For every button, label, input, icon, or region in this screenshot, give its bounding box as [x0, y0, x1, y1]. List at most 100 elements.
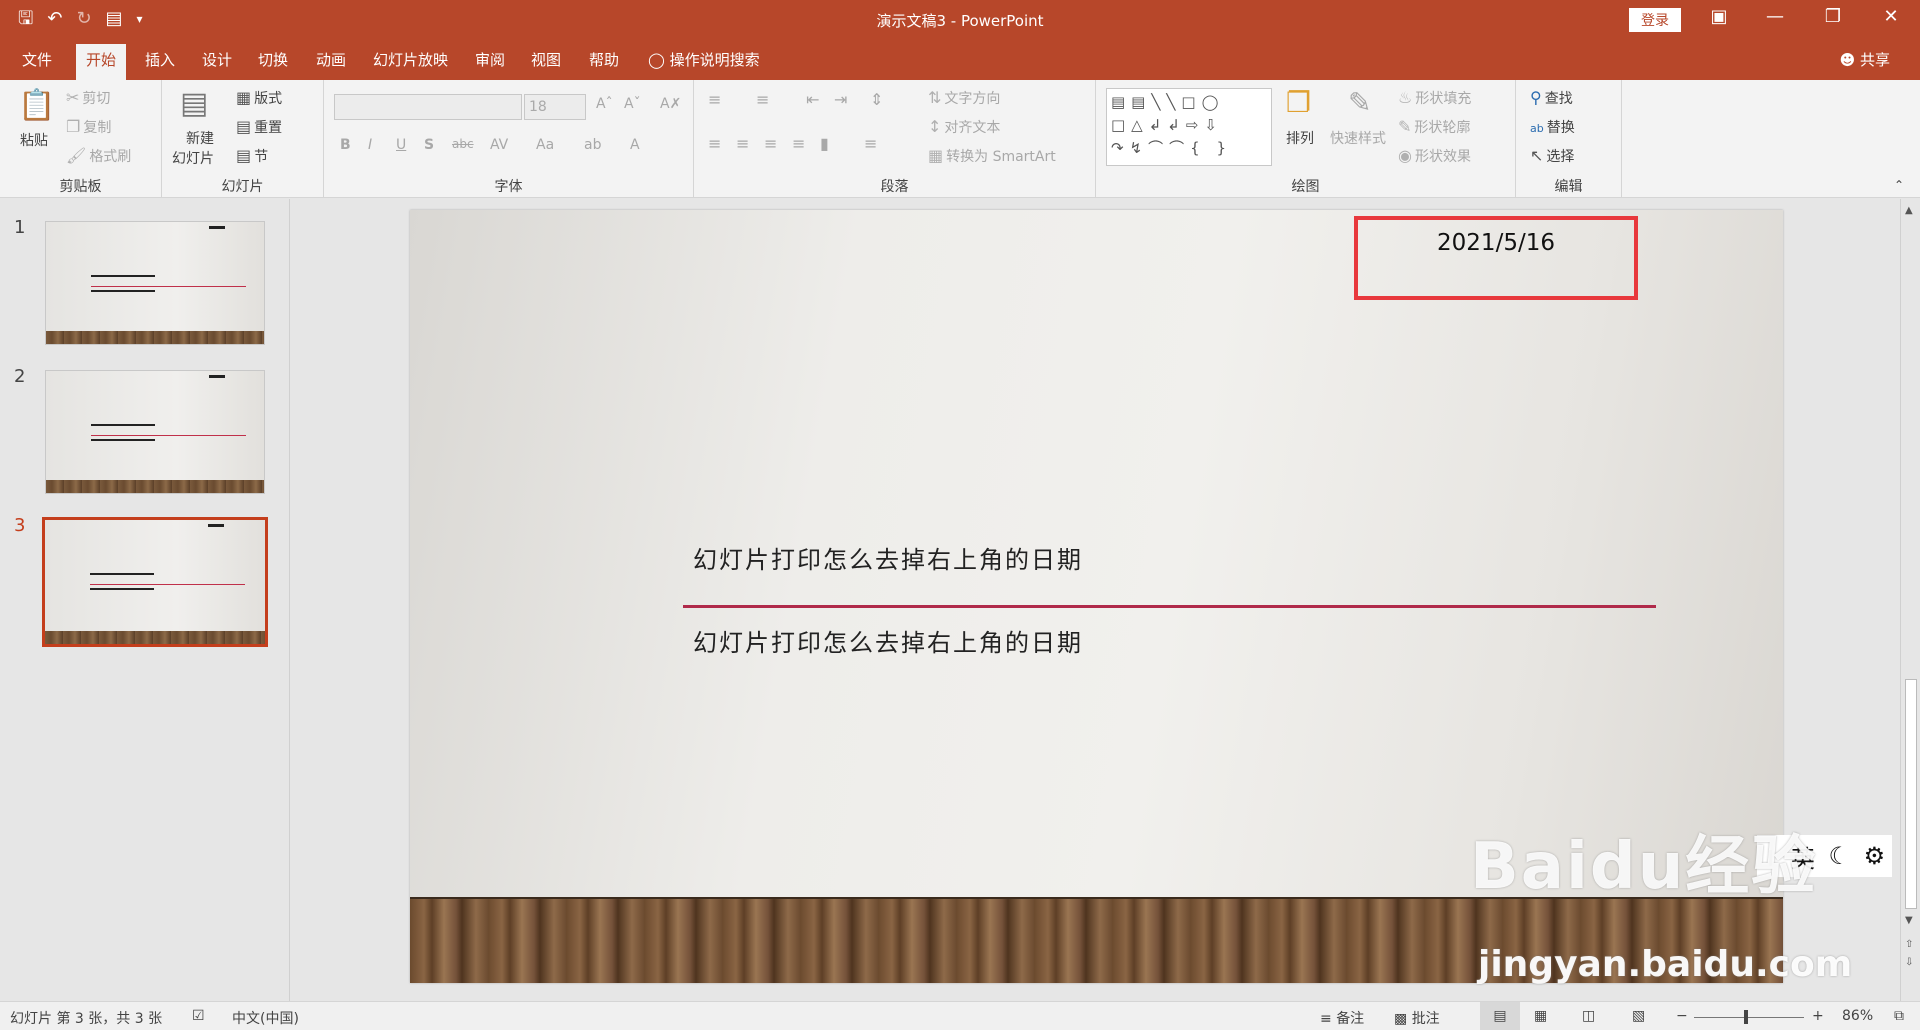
- font-name-combo[interactable]: [334, 94, 522, 120]
- tab-view[interactable]: 视图: [521, 40, 571, 80]
- align-left-icon[interactable]: ≡: [708, 134, 721, 153]
- ribbon-display-options-icon[interactable]: ▣: [1696, 6, 1742, 27]
- new-slide-icon[interactable]: ▤: [180, 86, 208, 121]
- decrease-indent-icon[interactable]: ⇤: [806, 90, 819, 109]
- comments-button[interactable]: ▩ 批注: [1394, 1008, 1440, 1028]
- slide-thumbnail-2[interactable]: [45, 370, 265, 494]
- date-highlight-box[interactable]: 2021/5/16: [1354, 216, 1638, 300]
- slide-thumbnail-1[interactable]: [45, 221, 265, 345]
- strikethrough-icon[interactable]: abc: [452, 137, 474, 151]
- shape-fill-button[interactable]: ♨ 形状填充: [1398, 88, 1471, 108]
- slideshow-icon[interactable]: ▧: [1632, 1008, 1645, 1024]
- increase-indent-icon[interactable]: ⇥: [834, 90, 847, 109]
- layout-button[interactable]: ▦ 版式: [236, 88, 282, 108]
- replace-button[interactable]: ab 替换: [1530, 117, 1575, 137]
- vertical-scrollbar[interactable]: ▲ ▼ ⇧ ⇩: [1900, 199, 1920, 1001]
- align-center-icon[interactable]: ≡: [736, 134, 749, 153]
- paste-icon[interactable]: 📋: [18, 88, 55, 123]
- quick-styles-icon[interactable]: ✎: [1348, 86, 1371, 119]
- distribute-icon[interactable]: ≡: [864, 134, 877, 153]
- clear-format-icon[interactable]: A✗: [660, 96, 681, 112]
- zoom-slider[interactable]: [1694, 1017, 1804, 1018]
- tab-animations[interactable]: 动画: [306, 40, 356, 80]
- format-painter-button[interactable]: 🖌 格式刷: [66, 146, 131, 166]
- new-slide-label-2[interactable]: 幻灯片: [172, 148, 214, 168]
- spellcheck-icon[interactable]: ☑: [192, 1008, 205, 1024]
- share-button[interactable]: ☻ 共享: [1840, 40, 1890, 80]
- char-spacing-icon[interactable]: AV: [490, 137, 508, 153]
- tab-slideshow[interactable]: 幻灯片放映: [363, 40, 458, 80]
- section-button[interactable]: ▤ 节: [236, 146, 268, 166]
- increase-font-icon[interactable]: Aˆ: [596, 96, 613, 112]
- login-button[interactable]: 登录: [1629, 8, 1681, 32]
- smartart-button[interactable]: ▦ 转换为 SmartArt: [928, 146, 1056, 166]
- scroll-down-icon[interactable]: ▼: [1905, 915, 1913, 926]
- arrange-button[interactable]: 排列: [1286, 128, 1314, 148]
- zoom-slider-knob[interactable]: [1744, 1010, 1748, 1024]
- normal-view-icon[interactable]: ▤: [1480, 1002, 1520, 1030]
- zoom-out-icon[interactable]: −: [1676, 1008, 1688, 1024]
- fill-icon: ♨: [1398, 88, 1413, 107]
- new-slide-label-1[interactable]: 新建: [186, 128, 214, 148]
- columns-icon[interactable]: ▮: [820, 134, 829, 153]
- slide-subtitle[interactable]: 幻灯片打印怎么去掉右上角的日期: [693, 623, 1083, 658]
- scroll-up-icon[interactable]: ▲: [1905, 205, 1913, 216]
- change-case-icon[interactable]: Aa: [536, 137, 554, 153]
- slide-title[interactable]: 幻灯片打印怎么去掉右上角的日期: [693, 540, 1083, 575]
- tab-review[interactable]: 审阅: [465, 40, 515, 80]
- notes-button[interactable]: ≡ 备注: [1320, 1008, 1364, 1028]
- restore-icon[interactable]: ❐: [1810, 6, 1856, 27]
- collapse-ribbon-icon[interactable]: ⌃: [1894, 178, 1904, 192]
- tab-home[interactable]: 开始: [76, 44, 127, 80]
- shape-effects-button[interactable]: ◉ 形状效果: [1398, 146, 1471, 166]
- previous-slide-icon[interactable]: ⇧: [1905, 939, 1913, 950]
- tab-file[interactable]: 文件: [12, 40, 62, 80]
- language-status[interactable]: 中文(中国): [232, 1008, 299, 1028]
- quick-styles-button[interactable]: 快速样式: [1330, 128, 1386, 148]
- gear-icon[interactable]: ⚙: [1864, 842, 1886, 870]
- tab-design[interactable]: 设计: [192, 40, 242, 80]
- baidu-watermark: Baidu经验: [1470, 815, 1817, 907]
- underline-icon[interactable]: U: [396, 137, 406, 153]
- align-right-icon[interactable]: ≡: [764, 134, 777, 153]
- reset-button[interactable]: ▤ 重置: [236, 117, 282, 137]
- tab-help[interactable]: 帮助: [579, 40, 629, 80]
- decrease-font-icon[interactable]: Aˇ: [624, 96, 641, 112]
- date-placeholder[interactable]: 2021/5/16: [1358, 230, 1634, 256]
- copy-button[interactable]: ❐ 复制: [66, 117, 111, 137]
- next-slide-icon[interactable]: ⇩: [1905, 957, 1913, 968]
- tab-insert[interactable]: 插入: [135, 40, 185, 80]
- italic-icon[interactable]: I: [368, 137, 372, 153]
- align-text-button[interactable]: ↕ 对齐文本: [928, 117, 1000, 137]
- font-color-icon[interactable]: A: [630, 137, 640, 153]
- fit-to-window-icon[interactable]: ⧉: [1894, 1008, 1904, 1024]
- shape-outline-button[interactable]: ✎ 形状轮廓: [1398, 117, 1470, 137]
- bullets-icon[interactable]: ≡: [708, 90, 721, 109]
- justify-icon[interactable]: ≡: [792, 134, 805, 153]
- zoom-in-icon[interactable]: +: [1812, 1008, 1824, 1024]
- status-bar: 幻灯片 第 3 张，共 3 张 ☑ 中文(中国) ≡ 备注 ▩ 批注 ▤ ▦ ◫…: [0, 1001, 1920, 1030]
- line-spacing-icon[interactable]: ⇕: [870, 90, 883, 109]
- scroll-thumb[interactable]: [1905, 679, 1917, 909]
- select-button[interactable]: ↖ 选择: [1530, 146, 1574, 166]
- text-direction-button[interactable]: ⇅ 文字方向: [928, 88, 1000, 108]
- reading-view-icon[interactable]: ◫: [1582, 1008, 1595, 1024]
- slide-sorter-icon[interactable]: ▦: [1534, 1008, 1547, 1024]
- close-icon[interactable]: ✕: [1868, 6, 1914, 27]
- cut-button[interactable]: ✂ 剪切: [66, 88, 110, 108]
- highlight-icon[interactable]: ab: [584, 137, 601, 153]
- zoom-level[interactable]: 86%: [1842, 1008, 1873, 1024]
- shadow-icon[interactable]: S: [424, 137, 434, 153]
- numbering-icon[interactable]: ≡: [756, 90, 769, 109]
- moon-icon[interactable]: ☾: [1829, 842, 1851, 870]
- find-button[interactable]: ⚲ 查找: [1530, 88, 1573, 108]
- slide-thumbnail-3[interactable]: [42, 517, 268, 647]
- minimize-icon[interactable]: —: [1752, 6, 1798, 27]
- tab-transitions[interactable]: 切换: [248, 40, 298, 80]
- tell-me-search[interactable]: ◯ 操作说明搜索: [648, 40, 760, 80]
- bold-icon[interactable]: B: [340, 137, 351, 153]
- arrange-icon[interactable]: ❐: [1286, 86, 1311, 119]
- shapes-gallery[interactable]: ▤▤╲╲□◯ □△↲↲⇨⇩ ↷↯⌒⌒{ }: [1106, 88, 1272, 166]
- paste-button[interactable]: 粘贴: [20, 130, 48, 150]
- font-size-combo[interactable]: 18: [524, 94, 586, 120]
